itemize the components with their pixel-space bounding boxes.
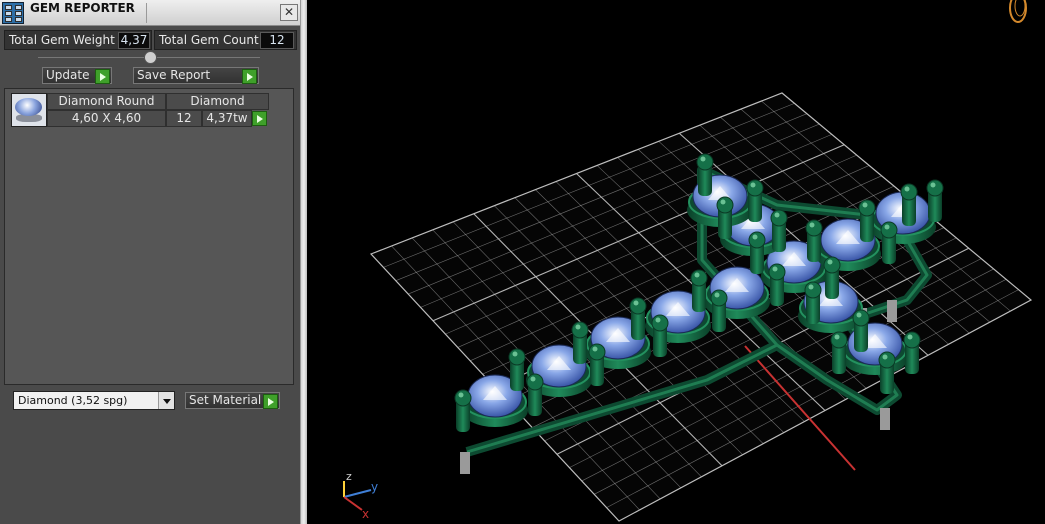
play-arrow-icon bbox=[263, 394, 278, 409]
prong-tip bbox=[830, 331, 848, 349]
prong-tip bbox=[900, 183, 918, 201]
material-select-value: Diamond (3,52 spg) bbox=[18, 394, 128, 407]
prong-highlight bbox=[930, 182, 936, 188]
axis-z-label: z bbox=[346, 470, 352, 483]
prong-highlight bbox=[752, 234, 758, 240]
gem-list: Diamond Round Diamond 4,60 X 4,60 12 4,3… bbox=[4, 88, 294, 385]
update-button-label: Update bbox=[46, 68, 90, 82]
prong-highlight bbox=[633, 300, 639, 306]
prong-highlight bbox=[834, 334, 840, 340]
prong-highlight bbox=[882, 354, 888, 360]
close-button[interactable]: ✕ bbox=[280, 4, 298, 21]
prong-highlight bbox=[530, 376, 536, 382]
prong-tip bbox=[454, 389, 472, 407]
axis-x-label: x bbox=[362, 507, 369, 521]
total-gem-count: Total Gem Count 12 bbox=[154, 30, 297, 50]
3d-scene: z y x bbox=[343, 0, 1033, 522]
support-post bbox=[460, 452, 470, 474]
play-arrow-icon bbox=[95, 69, 110, 84]
gem-material: Diamond bbox=[166, 93, 269, 110]
camera-widget-icon bbox=[1009, 0, 1027, 23]
diamond-round-thumbnail bbox=[11, 93, 47, 127]
axis-gizmo: z y x bbox=[343, 470, 378, 521]
prong-tip bbox=[710, 289, 728, 307]
prong-highlight bbox=[907, 334, 913, 340]
prong-tip bbox=[903, 331, 921, 349]
set-material-button[interactable]: Set Material bbox=[185, 392, 280, 409]
prong-tip bbox=[526, 373, 544, 391]
panel-title: GEM REPORTER bbox=[30, 1, 135, 15]
prong-highlight bbox=[655, 317, 661, 323]
update-button[interactable]: Update bbox=[42, 67, 112, 84]
3d-viewport[interactable]: z y x bbox=[307, 0, 1045, 524]
support-post bbox=[880, 408, 890, 430]
prong-highlight bbox=[772, 266, 778, 272]
prong-tip bbox=[508, 348, 526, 366]
prong-highlight bbox=[827, 259, 833, 265]
gem-reporter-panel: GEM REPORTER ✕ Total Gem Weight 4,37 Tot… bbox=[0, 0, 301, 524]
prong-tip bbox=[858, 199, 876, 217]
prong-tip bbox=[716, 196, 734, 214]
support-post bbox=[887, 300, 897, 322]
prong-highlight bbox=[694, 272, 700, 278]
total-gem-weight: Total Gem Weight 4,37 bbox=[4, 30, 152, 50]
gem-count: 12 bbox=[166, 110, 202, 127]
prong-tip bbox=[748, 231, 766, 249]
axis-y-label: y bbox=[371, 480, 378, 494]
prong-highlight bbox=[808, 284, 814, 290]
prong-highlight bbox=[750, 182, 756, 188]
collapse-knob[interactable] bbox=[144, 51, 157, 64]
prong-tip bbox=[926, 179, 944, 197]
material-select[interactable]: Diamond (3,52 spg) bbox=[13, 391, 175, 410]
prong-tip bbox=[746, 179, 764, 197]
gem-list-row[interactable]: Diamond Round Diamond 4,60 X 4,60 12 4,3… bbox=[11, 93, 269, 127]
total-gem-count-label: Total Gem Count bbox=[159, 33, 259, 47]
prong-highlight bbox=[575, 324, 581, 330]
save-report-button[interactable]: Save Report bbox=[133, 67, 259, 84]
prong-highlight bbox=[512, 351, 518, 357]
chevron-down-icon[interactable] bbox=[158, 392, 174, 409]
prong-tip bbox=[823, 256, 841, 274]
titlebar-separator bbox=[146, 3, 147, 23]
total-gem-weight-label: Total Gem Weight bbox=[9, 33, 115, 47]
prong-highlight bbox=[720, 199, 726, 205]
prong-tip bbox=[690, 269, 708, 287]
prong-tip bbox=[770, 209, 788, 227]
prong-tip bbox=[696, 153, 714, 171]
total-gem-weight-value: 4,37 bbox=[118, 32, 150, 49]
save-report-button-label: Save Report bbox=[137, 68, 211, 82]
prong-tip bbox=[571, 321, 589, 339]
prong-tip bbox=[588, 343, 606, 361]
prong-highlight bbox=[458, 392, 464, 398]
prong-tip bbox=[804, 281, 822, 299]
panel-titlebar: GEM REPORTER ✕ bbox=[0, 0, 300, 26]
prong-tip bbox=[878, 351, 896, 369]
prong-tip bbox=[805, 219, 823, 237]
play-arrow-icon bbox=[242, 69, 257, 84]
prong-highlight bbox=[700, 156, 706, 162]
prong-tip bbox=[880, 221, 898, 239]
prong-highlight bbox=[592, 346, 598, 352]
gem-reporter-app-icon bbox=[2, 2, 24, 24]
gem-shape: Diamond Round bbox=[47, 93, 166, 110]
gem-weight: 4,37tw bbox=[202, 110, 252, 127]
prong-tip bbox=[768, 263, 786, 281]
prong-tip bbox=[651, 314, 669, 332]
prong-highlight bbox=[884, 224, 890, 230]
prong-highlight bbox=[714, 292, 720, 298]
prong-tip bbox=[629, 297, 647, 315]
prong-highlight bbox=[904, 186, 910, 192]
prong-highlight bbox=[862, 202, 868, 208]
prong-tip bbox=[852, 309, 870, 327]
prong-highlight bbox=[809, 222, 815, 228]
gem-size: 4,60 X 4,60 bbox=[47, 110, 166, 127]
prong-highlight bbox=[774, 212, 780, 218]
total-gem-count-value: 12 bbox=[260, 32, 294, 49]
prong-highlight bbox=[856, 312, 862, 318]
gem-row-action-icon[interactable] bbox=[252, 111, 267, 126]
set-material-button-label: Set Material bbox=[189, 393, 262, 407]
